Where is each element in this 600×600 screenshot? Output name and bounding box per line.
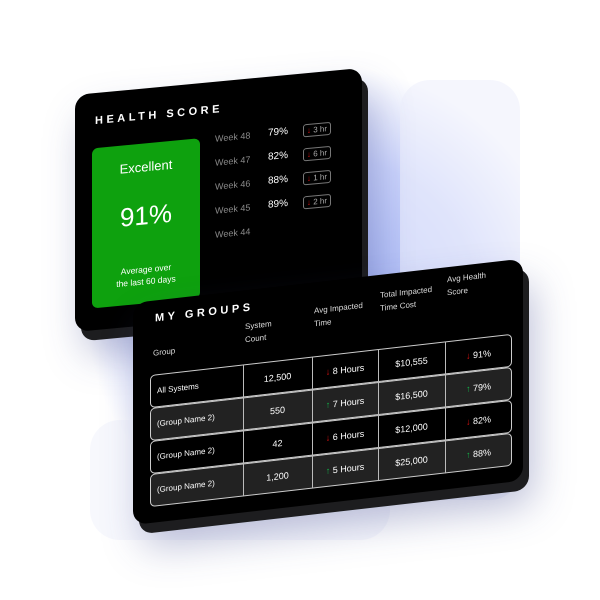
column-divider: [243, 364, 244, 497]
score-rating: Excellent: [119, 156, 173, 177]
week-label: Week 47: [215, 154, 251, 168]
week-change-badge: ↓ 2 hr: [303, 193, 332, 210]
arrow-up-icon: ↑: [325, 399, 331, 411]
score-caption: Average over the last 60 days: [116, 261, 176, 290]
arrow-down-icon: ↓: [465, 416, 471, 428]
week-label: Week 48: [215, 130, 251, 144]
header-avg-health-score: Avg Health Score: [447, 270, 486, 298]
arrow-down-icon: ↓: [307, 197, 311, 208]
column-divider: [378, 348, 379, 482]
arrow-down-icon: ↓: [307, 125, 311, 136]
arrow-down-icon: ↓: [325, 432, 331, 444]
arrow-up-icon: ↑: [465, 449, 471, 461]
arrow-down-icon: ↓: [325, 366, 331, 378]
arrow-down-icon: ↓: [307, 173, 311, 184]
header-total-impacted-cost: Total Impacted Time Cost: [380, 284, 433, 313]
my-groups-title: MY GROUPS: [155, 301, 254, 325]
arrow-up-icon: ↑: [325, 465, 331, 477]
week-label: Week 44: [215, 226, 251, 240]
week-change-badge: ↓ 6 hr: [303, 145, 332, 162]
my-groups-card: MY GROUPS Group System Count Avg Impacted…: [133, 258, 523, 525]
week-label: Week 45: [215, 202, 251, 216]
column-divider: [312, 356, 313, 489]
arrow-down-icon: ↓: [307, 149, 311, 160]
week-percent: 79%: [268, 125, 289, 139]
week-percent: 89%: [268, 197, 289, 211]
arrow-up-icon: ↑: [465, 383, 471, 395]
arrow-down-icon: ↓: [465, 350, 471, 362]
week-label: Week 46: [215, 178, 251, 192]
score-value: 91%: [119, 197, 173, 233]
header-system-count: System Count: [245, 319, 272, 345]
health-score-title: HEALTH SCORE: [95, 103, 223, 128]
week-change-badge: ↓ 1 hr: [303, 169, 332, 186]
week-change-badge: ↓ 3 hr: [303, 121, 332, 138]
week-percent: 82%: [268, 149, 289, 163]
score-summary-box: Excellent 91% Average over the last 60 da…: [92, 138, 200, 309]
header-avg-impacted-time: Avg Impacted Time: [314, 300, 363, 329]
column-divider: [445, 341, 446, 474]
header-group: Group: [153, 346, 176, 358]
week-percent: 88%: [268, 173, 289, 187]
